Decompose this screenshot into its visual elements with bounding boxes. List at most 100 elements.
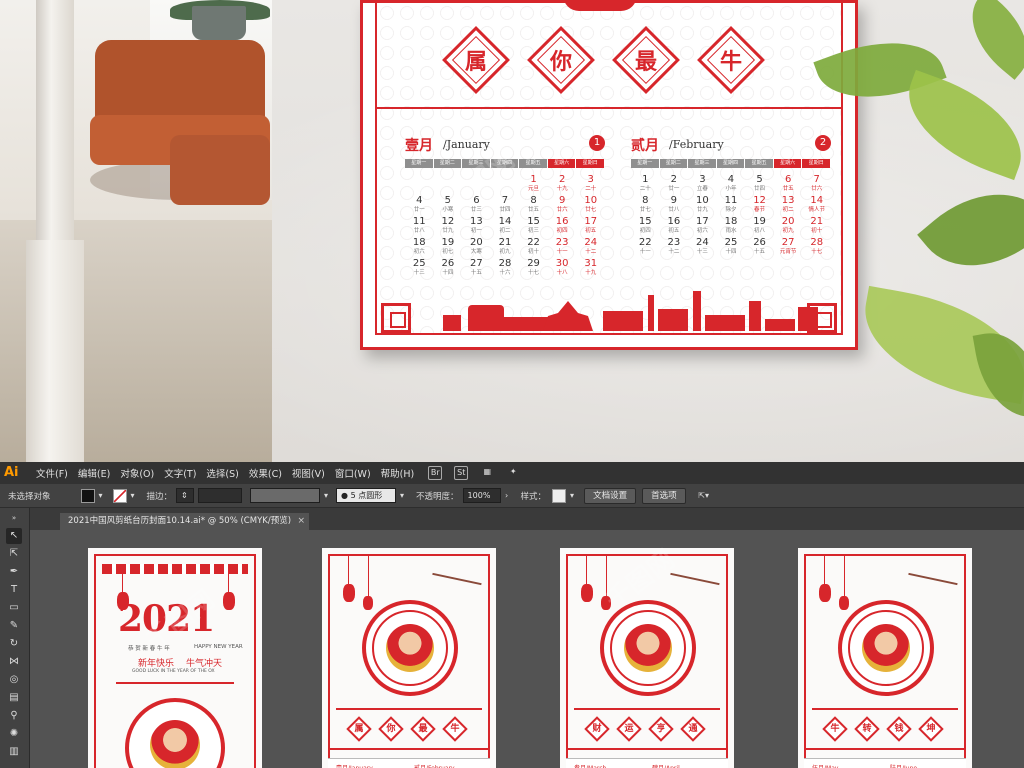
bridge-icon[interactable]: Br — [428, 466, 443, 480]
calendar-day: 28 十六 — [491, 258, 520, 279]
month-2-label: 肆月/April — [652, 763, 680, 768]
lunar-date: 廿四 — [754, 186, 766, 192]
calendar-day: 24 十二 — [576, 237, 605, 258]
symbol-sprayer-tool-icon[interactable]: ✺ — [6, 726, 22, 742]
cover-slogan: 牛气冲天 — [186, 659, 223, 669]
preferences-button[interactable]: 首选项 — [642, 487, 686, 504]
page-rule — [804, 748, 966, 750]
menu-object[interactable]: 对象(O) — [120, 466, 154, 480]
lunar-date: 十九 — [556, 186, 568, 192]
width-tool-icon[interactable]: ⋈ — [6, 654, 22, 670]
brush-dot-icon: ● — [341, 491, 349, 500]
gpu-performance-icon[interactable]: ✦ — [506, 466, 520, 480]
lantern-string — [586, 556, 587, 586]
weekday-row: 星期一 星期二 星期三 星期四 星期五 星期六 星期日 — [405, 159, 605, 168]
menu-edit[interactable]: 编辑(E) — [78, 466, 110, 480]
stroke-weight-input[interactable] — [198, 488, 243, 503]
calendar-day: 23 十一 — [548, 237, 577, 258]
artboard-cover[interactable]: 2021 恭 贺 新 春 牛 年 HAPPY NEW YEAR 新年快乐 牛气冲… — [88, 548, 262, 768]
lunar-date: 廿五 — [782, 186, 794, 192]
day-number: 2 — [670, 174, 678, 185]
stroke-swatch[interactable] — [112, 488, 127, 503]
calendar-day: 6 廿五 — [774, 174, 803, 195]
day-number: 9 — [558, 195, 566, 206]
month-1-label: 叁月/March — [574, 763, 606, 768]
lantern-icon — [343, 584, 355, 602]
gradient-tool-icon[interactable]: ▤ — [6, 690, 22, 706]
document-setup-button[interactable]: 文档设置 — [584, 487, 637, 504]
lunar-date: 廿五 — [528, 207, 540, 213]
papercut-garland — [102, 564, 248, 574]
room-background — [0, 0, 272, 462]
opacity-input[interactable]: 100% — [462, 488, 501, 503]
day-number: 10 — [696, 195, 709, 206]
opacity-dropdown-icon[interactable]: › — [501, 489, 513, 503]
menu-help[interactable]: 帮助(H) — [381, 466, 415, 480]
shaper-tool-icon[interactable]: ✎ — [6, 618, 22, 634]
rotate-tool-icon[interactable]: ↻ — [6, 636, 22, 652]
weekday-label: 星期日 — [576, 159, 605, 168]
lunar-date: 初六 — [696, 228, 708, 234]
brush-dropdown-icon[interactable]: ▾ — [396, 489, 408, 503]
fill-dropdown-icon[interactable]: ▾ — [95, 489, 107, 503]
day-number: 25 — [724, 237, 738, 248]
day-number: 12 — [441, 216, 455, 227]
lunar-date: 元旦 — [528, 186, 540, 192]
calendar-day: 10 廿九 — [688, 195, 717, 216]
arrange-documents-icon[interactable]: ▦ — [480, 466, 494, 480]
menu-view[interactable]: 视图(V) — [292, 466, 325, 480]
shape-builder-tool-icon[interactable]: ◎ — [6, 672, 22, 688]
lunar-date: 情人节 — [808, 207, 825, 213]
lunar-date: 初二 — [499, 228, 511, 234]
day-number: 16 — [555, 216, 569, 227]
selection-tool-icon[interactable]: ↖ — [6, 528, 22, 544]
calendar-day: 18 雨水 — [717, 216, 746, 237]
direct-selection-tool-icon[interactable]: ⇱ — [6, 546, 22, 562]
page-rule — [574, 708, 720, 710]
day-number: 28 — [810, 237, 824, 248]
brush-definition-field[interactable]: ● 5 点圆形 — [336, 488, 397, 503]
graphic-style-swatch[interactable] — [552, 488, 567, 503]
artboard-page-3[interactable]: 牛 转 钱 坤 伍月/May 陆月/June — [798, 548, 972, 768]
rectangle-tool-icon[interactable]: ▭ — [6, 600, 22, 616]
artboard-page-1[interactable]: 属 你 最 牛 壹月/January 贰月/February — [322, 548, 496, 768]
menu-select[interactable]: 选择(S) — [206, 466, 238, 480]
style-dropdown-icon[interactable]: ▾ — [566, 489, 578, 503]
lunar-date: 初五 — [668, 228, 680, 234]
lunar-date: 二十 — [585, 186, 597, 192]
close-icon[interactable]: × — [297, 513, 305, 530]
opacity-label: 不透明度： — [416, 491, 459, 502]
stroke-weight-stepper[interactable]: ⇕ — [176, 488, 195, 503]
eyedropper-tool-icon[interactable]: ⚲ — [6, 708, 22, 724]
control-bar: 未选择对象 ▾ ▾ 描边： ⇕ ▾ ● 5 点圆形 ▾ 不透明度： 100% ›… — [0, 484, 1024, 508]
day-number: 20 — [470, 237, 483, 248]
lunar-date: 十一 — [639, 249, 651, 255]
lunar-date: 春节 — [754, 207, 766, 213]
menu-type[interactable]: 文字(T) — [164, 466, 196, 480]
panel-menu-icon[interactable]: ⇱▾ — [694, 489, 714, 503]
type-tool-icon[interactable]: T — [6, 582, 22, 598]
calendar-day: 22 十一 — [631, 237, 660, 258]
document-tab[interactable]: 2021中国风剪纸台历封面10.14.ai* @ 50% (CMYK/预览) × — [60, 513, 310, 530]
stock-icon[interactable]: St — [454, 466, 469, 480]
menu-file[interactable]: 文件(F) — [36, 466, 68, 480]
menu-window[interactable]: 窗口(W) — [335, 466, 371, 480]
profile-dropdown-icon[interactable]: ▾ — [320, 489, 332, 503]
day-number: 17 — [584, 216, 598, 227]
lunar-date: 初七 — [442, 249, 454, 255]
cover-greeting: 新年快乐 — [138, 659, 175, 669]
fill-swatch[interactable] — [80, 488, 95, 503]
panel-collapse-icon[interactable]: » — [6, 510, 22, 526]
menu-effect[interactable]: 效果(C) — [249, 466, 282, 480]
tools-panel: » ↖ ⇱ ✒ T ▭ ✎ ↻ ⋈ ◎ ▤ ⚲ ✺ ▥ — [0, 508, 30, 768]
day-number: 1 — [530, 174, 537, 185]
day-number: 17 — [696, 216, 709, 227]
artboard-page-2[interactable]: 财 运 亨 通 叁月/March 肆月/April — [560, 548, 734, 768]
variable-width-profile[interactable] — [250, 488, 321, 503]
pen-tool-icon[interactable]: ✒ — [6, 564, 22, 580]
graph-tool-icon[interactable]: ▥ — [6, 744, 22, 760]
calendar-day: 8 廿七 — [631, 195, 660, 216]
stroke-dropdown-icon[interactable]: ▾ — [127, 489, 139, 503]
calendar-day: 17 初五 — [576, 216, 605, 237]
calendar-day: 9 廿八 — [660, 195, 689, 216]
